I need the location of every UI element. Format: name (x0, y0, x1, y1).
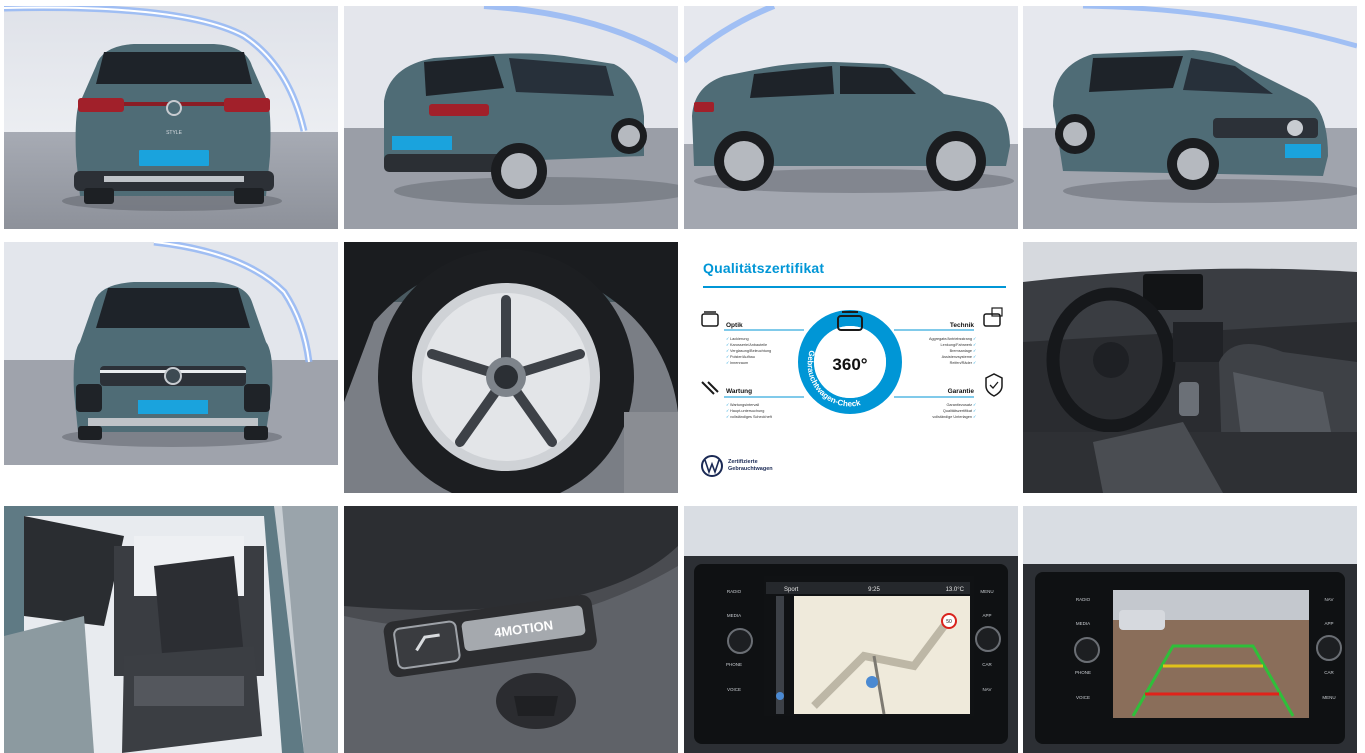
svg-text:✓: ✓ (973, 349, 976, 353)
wartung-icon (701, 381, 719, 395)
svg-text:✓: ✓ (973, 361, 976, 365)
svg-text:✓: ✓ (973, 409, 976, 413)
nav-left-key: MEDIA (727, 613, 741, 618)
nav-time: 9:25 (868, 587, 880, 593)
camera-left-key: MEDIA (1076, 621, 1090, 626)
camera-right-key: APP (1324, 621, 1333, 626)
optik-item: Polster/Aufbau (730, 355, 755, 359)
photo-front-three-quarter[interactable] (1023, 6, 1357, 229)
vw-logo-icon (701, 455, 723, 477)
svg-text:✓: ✓ (973, 343, 976, 347)
nav-right-key: APP (982, 613, 991, 618)
photo-side-view[interactable] (684, 6, 1018, 229)
camera-left-key: VOICE (1076, 695, 1090, 700)
svg-text:✓: ✓ (973, 415, 976, 419)
photo-rear-camera-screen[interactable]: RADIO MEDIA PHONE VOICE NAV APP CAR MENU (1023, 506, 1357, 753)
garantie-item: vollständige Unterlagen (932, 415, 972, 419)
garantie-heading: Garantie (948, 388, 975, 395)
certificate-footer-line2: Gebrauchtwagen (728, 466, 773, 472)
optik-icon (701, 311, 719, 327)
photo-wheel[interactable] (344, 242, 678, 493)
wartung-heading: Wartung (726, 388, 752, 395)
nav-left-key: PHONE (726, 662, 742, 667)
camera-right-key: NAV (1325, 597, 1334, 602)
nav-left-key: RADIO (727, 589, 742, 594)
camera-right-key: CAR (1324, 670, 1334, 675)
svg-text:✓: ✓ (726, 415, 729, 419)
nav-right-key: MENU (980, 589, 993, 594)
nav-right-key: NAV (983, 687, 992, 692)
svg-text:✓: ✓ (726, 355, 729, 359)
nav-right-key: CAR (982, 662, 992, 667)
technik-item: Lenkung/Fahrwerk (941, 343, 973, 347)
garantie-item: Qualitätszertifikat (943, 409, 973, 413)
technik-icon (983, 307, 1003, 327)
front-view-image (4, 242, 338, 465)
quality-certificate[interactable]: Qualitätszertifikat 360° Gebrauchtwagen-… (684, 242, 1018, 493)
svg-text:✓: ✓ (726, 349, 729, 353)
svg-text:✓: ✓ (726, 403, 729, 407)
rear-view-image: STYLE (4, 6, 338, 229)
svg-text:✓: ✓ (726, 409, 729, 413)
svg-text:✓: ✓ (973, 355, 976, 359)
svg-text:✓: ✓ (726, 361, 729, 365)
navigation-screen-image: Sport 9:25 13.0°C 50 RADIO MEDIA PHONE V… (684, 506, 1018, 753)
optik-item: Innenraum (730, 361, 748, 365)
svg-text:✓: ✓ (973, 403, 976, 407)
photo-cockpit[interactable] (1023, 242, 1357, 493)
cockpit-image (1023, 242, 1357, 493)
camera-left-key: RADIO (1076, 597, 1091, 602)
nav-left-key: VOICE (727, 687, 741, 692)
rear-camera-screen-image: RADIO MEDIA PHONE VOICE NAV APP CAR MENU (1023, 506, 1357, 753)
technik-item: Assistenzsysteme (942, 355, 972, 359)
wheel-image (344, 242, 678, 493)
rear-model-badge: STYLE (166, 130, 183, 136)
nav-temp: 13.0°C (946, 587, 965, 593)
svg-text:✓: ✓ (726, 343, 729, 347)
optik-item: Karosserie/Anbauteile (730, 343, 767, 347)
technik-item: Reifen/Räder (950, 361, 973, 365)
certificate-graphic: 360° Gebrauchtwagen-Check Optik Wartung … (701, 307, 1003, 477)
side-view-image (684, 6, 1018, 229)
technik-heading: Technik (950, 322, 974, 329)
wartung-item: vollständiges Scheckheft (730, 415, 773, 419)
trunk-button-image: 4MOTION (344, 506, 678, 753)
photo-rear-three-quarter[interactable] (344, 6, 678, 229)
camera-left-key: PHONE (1075, 670, 1091, 675)
svg-text:✓: ✓ (973, 337, 976, 341)
nav-top-left: Sport (784, 587, 799, 593)
optik-heading: Optik (726, 322, 743, 329)
technik-item: Bremsanlage (950, 349, 972, 353)
photo-trunk-button[interactable]: 4MOTION (344, 506, 678, 753)
front-three-quarter-image (1023, 6, 1357, 229)
front-seats-image (4, 506, 338, 753)
certificate-badge-number: 360° (832, 355, 867, 374)
nav-speed-sign: 50 (946, 619, 952, 625)
wartung-item: Wartungsintervall (730, 403, 759, 407)
svg-text:✓: ✓ (726, 337, 729, 341)
technik-item: Aggregate/Antriebsstrang (929, 337, 972, 341)
optik-item: Verglasung/Beleuchtung (730, 349, 771, 353)
garantie-item: Garantiezusatz (946, 403, 972, 407)
photo-navigation-screen[interactable]: Sport 9:25 13.0°C 50 RADIO MEDIA PHONE V… (684, 506, 1018, 753)
rear-three-quarter-image (344, 6, 678, 229)
camera-right-key: MENU (1322, 695, 1335, 700)
wartung-item: Haupt-untersuchung (730, 409, 764, 413)
photo-rear-view[interactable]: STYLE (4, 6, 338, 229)
photo-front-view[interactable] (4, 242, 338, 465)
garantie-icon (985, 373, 1003, 397)
optik-item: Lackierung (730, 337, 749, 341)
certificate-footer-line1: Zertifizierte (728, 459, 758, 465)
photo-front-seats[interactable] (4, 506, 338, 753)
